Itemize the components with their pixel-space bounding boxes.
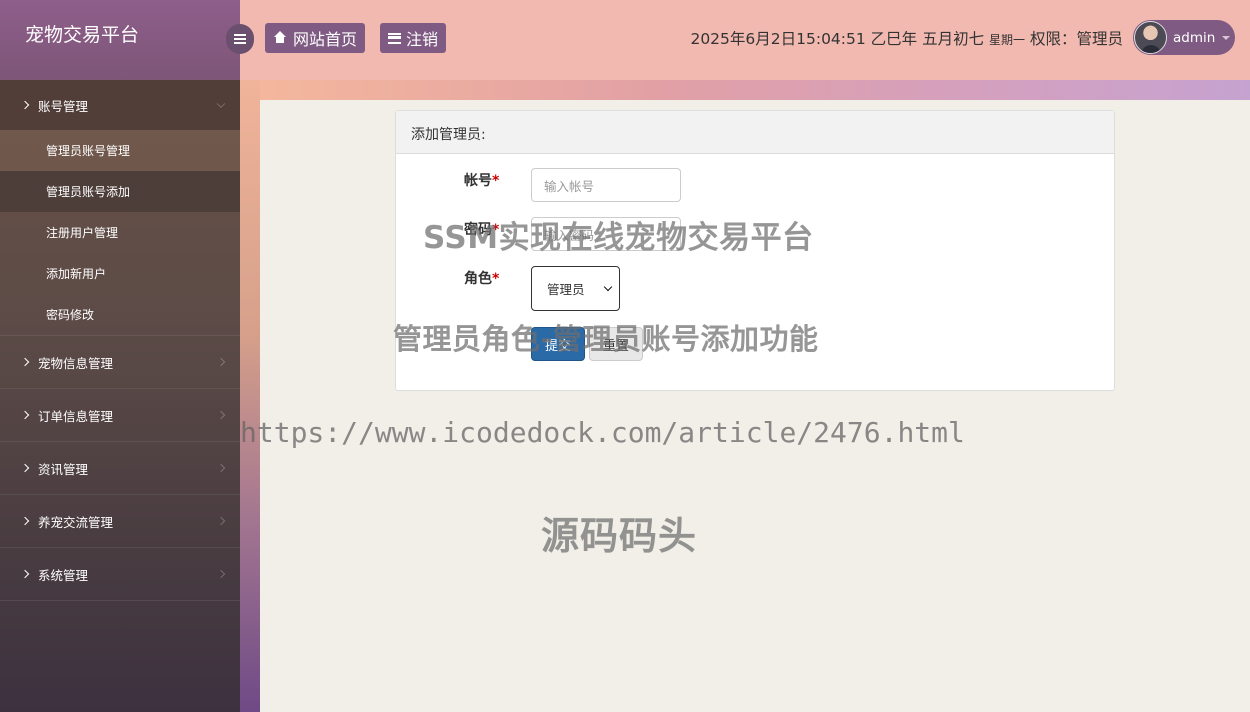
menu-group-order: 订单信息管理 [0, 389, 240, 442]
role-select-value: 管理员 [547, 282, 585, 297]
chevron-right-icon [20, 463, 30, 473]
watermark-url: https://www.icodedock.com/article/2476.h… [240, 416, 965, 449]
chevron-right-icon [216, 516, 226, 526]
menu-forum[interactable]: 养宠交流管理 [0, 495, 240, 547]
chevron-right-icon [20, 410, 30, 420]
chevron-right-icon [20, 569, 30, 579]
role-label: 角色* [464, 268, 499, 288]
logout-button[interactable]: 注销 [380, 23, 447, 53]
menu-account-label: 账号管理 [38, 98, 89, 114]
username: admin [1173, 29, 1216, 46]
sidebar-item-admin-manage[interactable]: 管理员账号管理 [0, 130, 240, 171]
chevron-right-icon [216, 410, 226, 420]
chevron-right-icon [20, 357, 30, 367]
menu-system[interactable]: 系统管理 [0, 548, 240, 600]
sidebar: 宠物交易平台 账号管理 管理员账号管理 管理员账号添加 注册用户管理 添加新用户… [0, 0, 240, 712]
watermark-source: 源码码头 [541, 514, 698, 558]
account-input[interactable]: 输入帐号 [531, 168, 681, 202]
datetime-text: 2025年6月2日15:04:51 乙巳年 五月初七 [690, 30, 985, 48]
datetime-display: 2025年6月2日15:04:51 乙巳年 五月初七 星期一 权限：管理员 [690, 27, 1123, 49]
sidebar-item-user-add[interactable]: 添加新用户 [0, 253, 240, 294]
watermark-title: SSM实现在线宠物交易平台 [423, 220, 814, 256]
account-label-text: 帐号 [464, 173, 492, 189]
home-icon [273, 31, 287, 44]
menu-group-news: 资讯管理 [0, 442, 240, 495]
menu-forum-label: 养宠交流管理 [38, 514, 114, 530]
sidebar-item-user-manage[interactable]: 注册用户管理 [0, 212, 240, 253]
menu-account[interactable]: 账号管理 [0, 80, 240, 130]
role-text: 权限：管理员 [1029, 30, 1123, 48]
required-mark: * [492, 173, 500, 189]
menu-pet[interactable]: 宠物信息管理 [0, 336, 240, 388]
chevron-right-icon [20, 100, 30, 110]
menu-news-label: 资讯管理 [38, 461, 89, 477]
watermark-subtitle: 管理员角色-管理员账号添加功能 [393, 322, 819, 356]
header-band [260, 80, 1250, 100]
chevron-right-icon [20, 516, 30, 526]
caret-down-icon [1222, 35, 1231, 40]
sidebar-toggle-button[interactable] [226, 24, 254, 54]
menu-order-label: 订单信息管理 [38, 408, 114, 424]
avatar [1134, 21, 1167, 54]
brand-title: 宠物交易平台 [0, 0, 240, 80]
required-mark: * [492, 271, 500, 287]
weekday-text: 星期一 [989, 33, 1026, 47]
account-label: 帐号* [464, 170, 499, 190]
menu-icon [234, 34, 246, 44]
menu-group-forum: 养宠交流管理 [0, 495, 240, 548]
top-header: 网站首页 注销 2025年6月2日15:04:51 乙巳年 五月初七 星期一 权… [240, 0, 1250, 80]
panel-title: 添加管理员: [396, 111, 1114, 154]
content-left-strip [240, 80, 260, 712]
menu-system-label: 系统管理 [38, 567, 89, 583]
home-button-label: 网站首页 [293, 30, 358, 49]
chevron-down-icon [603, 282, 613, 292]
menu-group-account: 账号管理 管理员账号管理 管理员账号添加 注册用户管理 添加新用户 密码修改 [0, 80, 240, 336]
sidebar-item-admin-add[interactable]: 管理员账号添加 [0, 171, 240, 212]
menu-news[interactable]: 资讯管理 [0, 442, 240, 494]
logout-button-label: 注销 [406, 30, 439, 49]
menu-pet-label: 宠物信息管理 [38, 355, 114, 371]
menu-order[interactable]: 订单信息管理 [0, 389, 240, 441]
chevron-right-icon [216, 569, 226, 579]
list-icon [388, 32, 401, 44]
role-label-text: 角色 [464, 271, 492, 287]
sidebar-item-password[interactable]: 密码修改 [0, 294, 240, 335]
role-select[interactable]: 管理员 [531, 266, 620, 311]
chevron-right-icon [216, 357, 226, 367]
menu-group-pet: 宠物信息管理 [0, 336, 240, 389]
home-button[interactable]: 网站首页 [265, 23, 366, 53]
chevron-down-icon [216, 99, 226, 109]
user-menu[interactable]: admin [1133, 20, 1235, 55]
chevron-right-icon [216, 463, 226, 473]
menu-group-system: 系统管理 [0, 548, 240, 601]
